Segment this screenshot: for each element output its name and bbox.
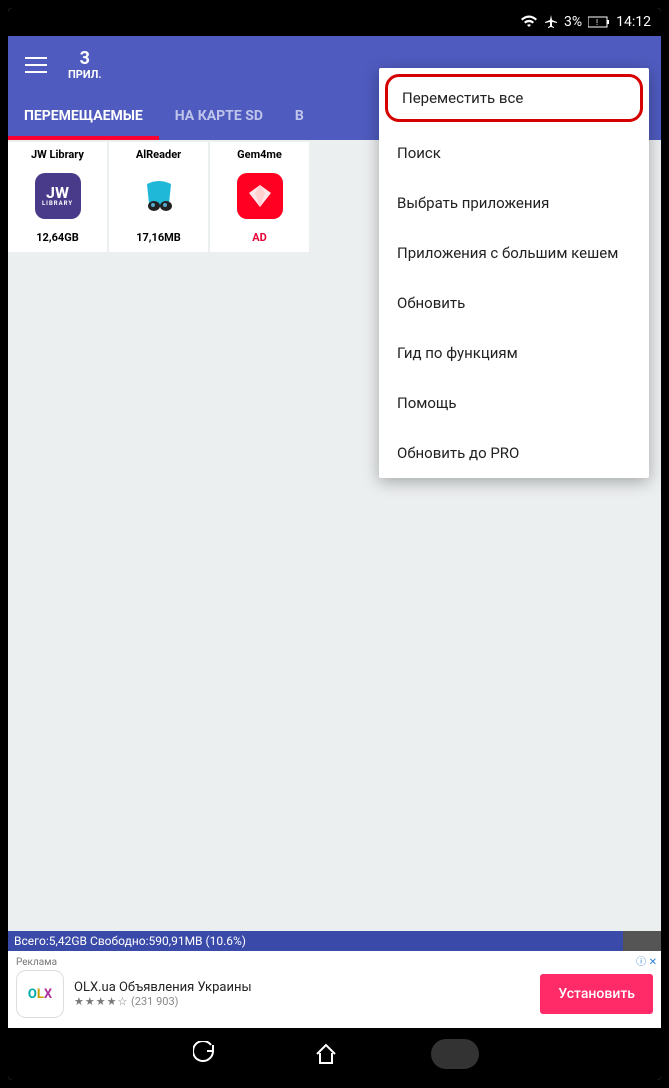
app-card[interactable]: JW Library JWLIBRARY 12,64GB <box>8 142 107 252</box>
app-size: AD <box>252 231 267 244</box>
battery-icon: ! <box>588 16 610 28</box>
menu-upgrade-pro[interactable]: Обновить до PRO <box>379 428 649 478</box>
app-size: 12,64GB <box>36 231 78 244</box>
storage-status: Всего:5,42GB Свободно:590,91MB (10.6%) <box>8 931 661 951</box>
app-name: AlReader <box>136 148 181 161</box>
app-name: Gem4me <box>237 148 282 161</box>
ad-info-icon[interactable]: ⓘ ✕ <box>636 953 657 968</box>
menu-guide[interactable]: Гид по функциям <box>379 328 649 378</box>
app-icon-jw: JWLIBRARY <box>35 173 81 219</box>
menu-big-cache[interactable]: Приложения с большим кешем <box>379 228 649 278</box>
app-size: 17,16MB <box>136 231 181 244</box>
app-name: JW Library <box>31 148 84 161</box>
app-count-number: 3 <box>68 49 102 69</box>
app-count-label: ПРИЛ. <box>68 69 102 81</box>
menu-select-apps[interactable]: Выбрать приложения <box>379 178 649 228</box>
recent-apps-button[interactable] <box>431 1039 479 1069</box>
app-count: 3 ПРИЛ. <box>68 49 102 81</box>
storage-bar-remainder <box>623 931 661 951</box>
menu-icon[interactable] <box>16 45 56 85</box>
app-card[interactable]: Gem4me AD <box>210 142 309 252</box>
app-card[interactable]: AlReader 17,16MB <box>109 142 208 252</box>
ad-reviews: (231 903) <box>131 995 178 1008</box>
storage-text: Всего:5,42GB Свободно:590,91MB (10.6%) <box>14 934 246 948</box>
menu-search[interactable]: Поиск <box>379 128 649 178</box>
overflow-menu: Переместить все Поиск Выбрать приложения… <box>379 68 649 478</box>
ad-label: Реклама <box>16 957 653 968</box>
battery-percent: 3% <box>564 14 582 30</box>
ad-rating: ★★★★☆ (231 903) <box>74 995 252 1008</box>
airplane-icon <box>544 15 558 29</box>
svg-text:!: ! <box>596 18 598 27</box>
app-icon-gem4me <box>237 173 283 219</box>
tab-partial[interactable]: В <box>279 94 320 140</box>
menu-move-all[interactable]: Переместить все <box>385 74 643 122</box>
tab-sd[interactable]: НА КАРТЕ SD <box>159 94 279 140</box>
ad-banner[interactable]: ⓘ ✕ Реклама OLX OLX.ua Объявления Украин… <box>8 951 661 1028</box>
menu-help[interactable]: Помощь <box>379 378 649 428</box>
back-button[interactable] <box>191 1039 221 1069</box>
home-button[interactable] <box>311 1039 341 1069</box>
ad-title: OLX.ua Объявления Украины <box>74 980 252 995</box>
status-bar: 3% ! 14:12 <box>8 8 661 36</box>
menu-refresh[interactable]: Обновить <box>379 278 649 328</box>
ad-install-button[interactable]: Установить <box>540 974 653 1014</box>
app-icon-alreader <box>136 173 182 219</box>
tab-movable[interactable]: ПЕРЕМЕЩАЕМЫЕ <box>8 94 159 140</box>
ad-app-icon: OLX <box>16 970 64 1018</box>
wifi-icon <box>520 15 538 29</box>
clock: 14:12 <box>616 14 651 30</box>
navigation-bar <box>8 1028 661 1080</box>
